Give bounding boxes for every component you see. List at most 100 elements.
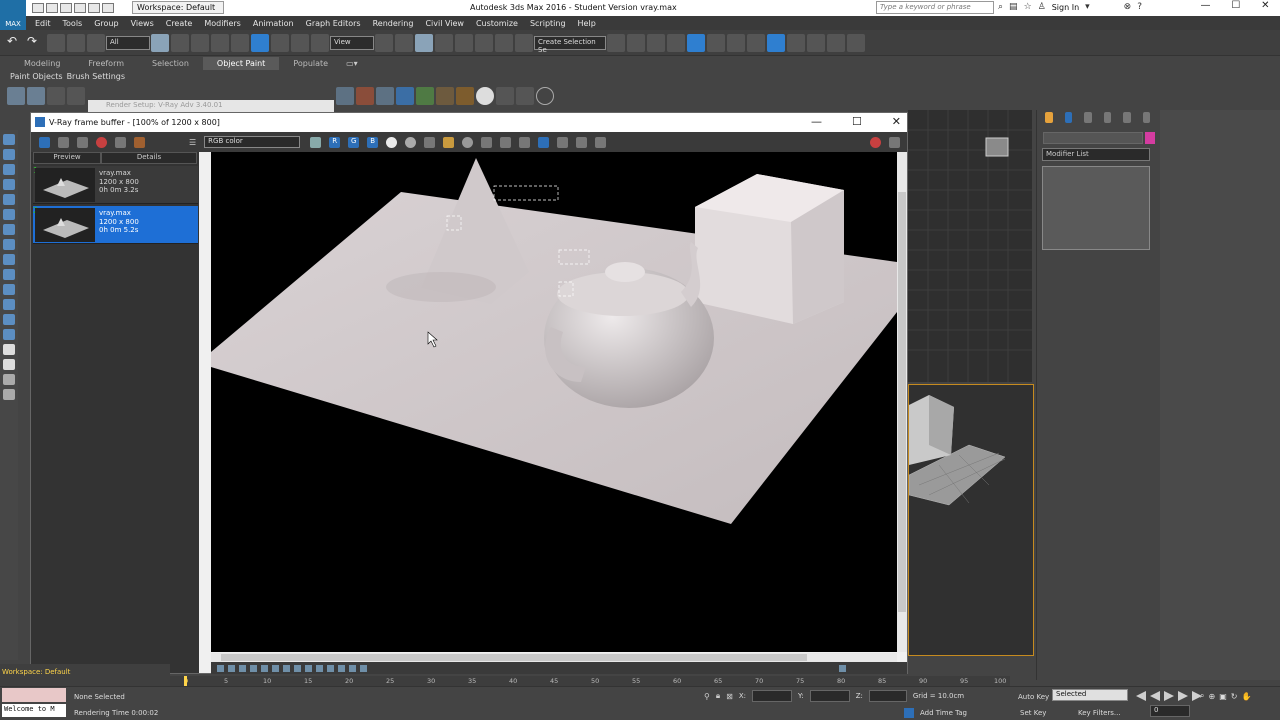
redo-icon[interactable]: [88, 3, 100, 13]
viewport-perspective[interactable]: [908, 384, 1034, 656]
render-setup-window-title[interactable]: Render Setup: V-Ray Adv 3.40.01: [88, 100, 334, 112]
user-icon[interactable]: ♙: [1038, 2, 1046, 12]
time-tag-icon[interactable]: [904, 708, 914, 718]
render-setup-icon[interactable]: [767, 33, 785, 52]
horizontal-scrollbar[interactable]: [211, 653, 897, 662]
display-hidden-icon[interactable]: [3, 329, 15, 340]
rendered-frame-window-icon[interactable]: [787, 33, 805, 52]
z-coordinate-field[interactable]: [868, 690, 907, 702]
graphite-toolbar-icon[interactable]: [687, 33, 705, 52]
subscription-icon[interactable]: ▤: [1009, 2, 1018, 12]
vray-dome-icon[interactable]: [476, 87, 494, 105]
hierarchy-tab-icon[interactable]: [1084, 112, 1092, 123]
ocio-icon[interactable]: [316, 664, 323, 672]
exposure-icon[interactable]: [228, 664, 235, 672]
menu-help[interactable]: Help: [578, 19, 596, 28]
vertical-scrollbar[interactable]: [897, 152, 907, 652]
menu-icon[interactable]: ☰: [189, 138, 196, 147]
render-production-icon[interactable]: [807, 33, 825, 52]
duplicate-icon[interactable]: [481, 136, 493, 148]
pixel-info-icon[interactable]: [338, 664, 345, 672]
vray-fur-icon[interactable]: [356, 87, 374, 105]
paint-objects-label[interactable]: Paint Objects: [10, 72, 63, 81]
named-selection-dropdown[interactable]: Create Selection Se: [534, 35, 606, 54]
project-folder-icon[interactable]: [102, 3, 114, 13]
maxscript-listener-text[interactable]: Welcome to M: [2, 704, 66, 717]
ribbon-options-icon[interactable]: ▭▾: [346, 59, 358, 68]
object-color-swatch[interactable]: [1145, 132, 1155, 144]
channel-dropdown[interactable]: RGB color: [204, 136, 301, 148]
new-file-icon[interactable]: [32, 3, 44, 13]
selection-filter-dropdown[interactable]: All: [106, 35, 150, 50]
vfb-settings-icon[interactable]: [889, 136, 901, 148]
tab-freeform[interactable]: Freeform: [74, 57, 138, 70]
menu-group[interactable]: Group: [94, 19, 118, 28]
reference-coordinate-dropdown[interactable]: View: [330, 35, 374, 50]
vray-frame-buffer-icon[interactable]: [496, 87, 514, 105]
create-tab-icon[interactable]: [1045, 112, 1053, 123]
white-balance-icon[interactable]: [239, 664, 246, 672]
help-icon[interactable]: [536, 87, 554, 105]
schematic-view-icon[interactable]: [727, 33, 745, 52]
rendered-image[interactable]: [211, 152, 897, 652]
open-file-icon[interactable]: [46, 3, 58, 13]
absolute-mode-icon[interactable]: ⊠: [726, 692, 733, 701]
render-element-icon[interactable]: [27, 87, 45, 105]
menu-edit[interactable]: Edit: [35, 19, 51, 28]
keyboard-shortcut-override-icon[interactable]: [415, 33, 433, 52]
modifier-list-dropdown[interactable]: Modifier List: [1042, 148, 1150, 161]
orbit-icon[interactable]: ↻: [1231, 692, 1238, 701]
pan-icon[interactable]: ✋: [1241, 692, 1251, 701]
load-history-icon[interactable]: [77, 136, 88, 148]
modify-tab-icon[interactable]: [1064, 112, 1072, 123]
add-time-tag[interactable]: Add Time Tag: [920, 709, 967, 717]
undo-icon[interactable]: [74, 3, 86, 13]
scene-explorer-icon[interactable]: [667, 33, 685, 52]
render-in-cloud-icon[interactable]: [847, 33, 865, 52]
green-channel-button[interactable]: G: [348, 136, 360, 148]
zoom-all-icon[interactable]: ⊕: [1208, 692, 1215, 701]
bind-space-warp-icon[interactable]: [87, 33, 105, 52]
menu-scripting[interactable]: Scripting: [530, 19, 566, 28]
sign-in-link[interactable]: Sign In: [1052, 3, 1079, 12]
rotate-icon[interactable]: [271, 33, 289, 52]
snaps-toggle-icon[interactable]: [435, 33, 453, 52]
scale-icon[interactable]: [291, 33, 309, 52]
menu-create[interactable]: Create: [166, 19, 193, 28]
stop-render-icon[interactable]: [870, 136, 882, 148]
tab-object-paint[interactable]: Object Paint: [202, 56, 280, 70]
link-to-3dsmax-icon[interactable]: [576, 136, 588, 148]
scrollbar-thumb[interactable]: [898, 192, 906, 612]
history-entry-selected[interactable]: 2 vray.max 1200 x 800 0h 0m 5.2s: [33, 206, 198, 244]
select-icon[interactable]: [3, 134, 15, 145]
maxscript-listener-area[interactable]: [2, 688, 66, 702]
app-logo[interactable]: MAX: [0, 0, 26, 30]
close-icon[interactable]: ✕: [892, 115, 901, 128]
align-icon[interactable]: [627, 33, 645, 52]
go-to-start-icon[interactable]: [1136, 691, 1146, 701]
spinner-snap-icon[interactable]: [495, 33, 513, 52]
icc-icon[interactable]: [327, 664, 334, 672]
alpha-channel-button[interactable]: [386, 136, 398, 148]
scrollbar-thumb[interactable]: [221, 654, 807, 661]
utilities-tab-icon[interactable]: [1142, 112, 1150, 123]
select-by-name-icon[interactable]: [191, 33, 209, 52]
menu-customize[interactable]: Customize: [476, 19, 518, 28]
edit-named-selection-icon[interactable]: [515, 33, 533, 52]
mirror-icon[interactable]: [607, 33, 625, 52]
stamp-icon[interactable]: [360, 664, 367, 672]
motion-tab-icon[interactable]: [1103, 112, 1111, 123]
curve-editor-icon[interactable]: [707, 33, 725, 52]
pivot-center-icon[interactable]: [375, 33, 393, 52]
interactive-render-icon[interactable]: [557, 136, 569, 148]
help-icon[interactable]: ?: [1137, 2, 1142, 12]
chevron-down-icon[interactable]: ▾: [1085, 2, 1090, 12]
close-icon[interactable]: ✕: [1261, 0, 1269, 16]
object-name-field[interactable]: [1043, 132, 1143, 144]
window-crossing-icon[interactable]: [231, 33, 249, 52]
brush-settings-label[interactable]: Brush Settings: [67, 72, 125, 81]
zoom-icon[interactable]: ⌕: [1200, 691, 1204, 701]
save-history-icon[interactable]: [58, 136, 69, 148]
favorites-icon[interactable]: ☆: [1024, 2, 1032, 12]
display-all-icon[interactable]: [3, 344, 15, 355]
